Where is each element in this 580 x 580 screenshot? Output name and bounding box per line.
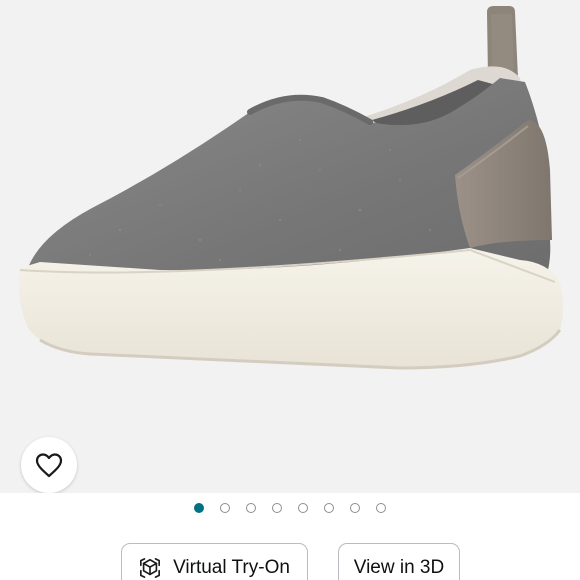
pagination-dot[interactable] (246, 503, 256, 513)
heart-icon (35, 453, 63, 478)
pagination-dot[interactable] (324, 503, 334, 513)
product-image-gallery[interactable] (0, 0, 580, 493)
image-pagination (0, 503, 580, 517)
pagination-dot[interactable] (376, 503, 386, 513)
wishlist-button[interactable] (21, 437, 77, 493)
virtual-try-on-label: Virtual Try-On (173, 557, 290, 578)
ar-cube-icon (140, 558, 161, 578)
product-image[interactable] (0, 0, 580, 493)
virtual-try-on-button[interactable]: Virtual Try-On (121, 543, 308, 580)
product-detail-screen: Virtual Try-On View in 3D (0, 0, 580, 580)
view-in-3d-button[interactable]: View in 3D (338, 543, 460, 580)
pagination-dot[interactable] (350, 503, 360, 513)
pagination-dot[interactable] (272, 503, 282, 513)
pagination-dot[interactable] (298, 503, 308, 513)
view-in-3d-label: View in 3D (353, 557, 445, 578)
pagination-dot[interactable] (194, 503, 204, 513)
pagination-dot[interactable] (220, 503, 230, 513)
